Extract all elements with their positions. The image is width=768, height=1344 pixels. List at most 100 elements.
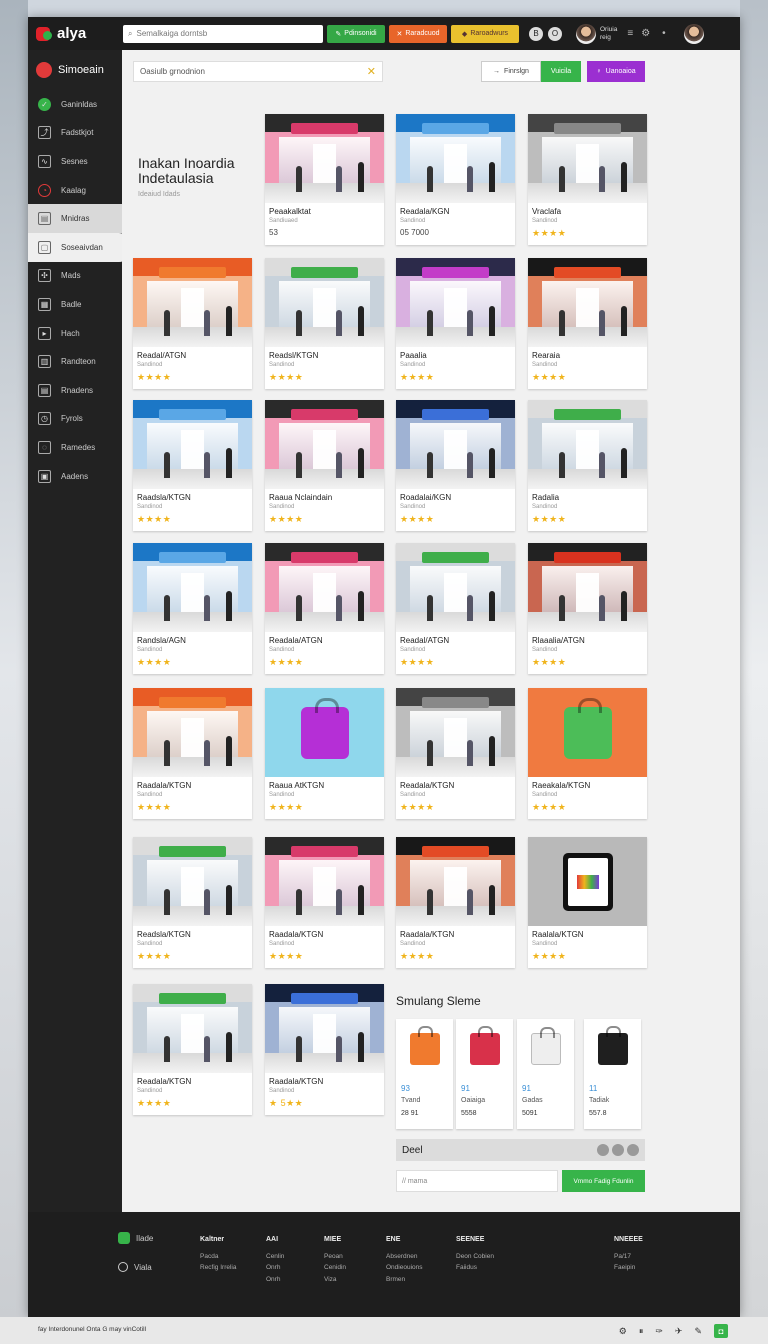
store-card[interactable]: Peaakalktat Sandiuaed 53 — [265, 114, 384, 245]
circle-button-o[interactable]: O — [548, 26, 562, 41]
store-card[interactable]: Rearaia Sandinod ★★★★ — [528, 258, 647, 389]
edit-icon[interactable]: ✎ — [694, 1326, 702, 1337]
app-icon[interactable]: ◘ — [714, 1324, 728, 1338]
footer-link[interactable]: Peoan — [324, 1251, 346, 1263]
filter-input[interactable]: Oasiulb grnodnion ✕ — [133, 61, 383, 82]
store-card[interactable]: Readal/ATGN Sandinod ★★★★ — [396, 543, 515, 674]
sidebar-item-3[interactable]: ∿ Sesnes — [28, 147, 122, 176]
sidebar-item-13[interactable]: ◌ Ramedes — [28, 433, 122, 462]
sidebar-item-1[interactable]: ✓ Ganinldas — [28, 90, 122, 119]
app-logo[interactable]: alya — [28, 25, 123, 42]
footer-link[interactable]: Onrh — [266, 1274, 284, 1286]
store-card[interactable]: Raalala/KTGN Sandinod ★★★★ — [528, 837, 647, 968]
footer-link[interactable]: Ondieouions — [386, 1262, 423, 1274]
footer-link[interactable]: Cenidin — [324, 1262, 346, 1274]
search-input[interactable]: ⌕ Sеmalkaiga dorntsb — [123, 24, 323, 43]
store-card[interactable]: Rlaaalia/ATGN Sandinod ★★★★ — [528, 543, 647, 674]
pin-icon[interactable]: ✈ — [675, 1326, 683, 1337]
user-avatar[interactable] — [683, 23, 704, 44]
store-card[interactable]: Readala/KTGN Sandinod ★★★★ — [396, 688, 515, 819]
circle-button-b[interactable]: B — [529, 26, 543, 41]
footer-link[interactable]: Recfig Irrelia — [200, 1262, 236, 1274]
store-card[interactable]: Raadala/KTGN Sandinod ★ 5★★ — [265, 984, 384, 1115]
store-category: Sandinod — [137, 647, 163, 653]
tool-icon[interactable]: ✑ — [655, 1326, 663, 1337]
store-card[interactable]: Raadala/KTGN Sandinod ★★★★ — [265, 837, 384, 968]
rating-stars: ★★★★ — [400, 372, 435, 382]
comment-submit-button[interactable]: Vmmo Fadig Fdunlin — [562, 1170, 645, 1192]
sidebar-item-2[interactable]: ⤴ Fadstkjot — [28, 119, 122, 148]
menu-icon[interactable]: ≡ — [627, 28, 633, 39]
sidebar-item-5[interactable]: ▤ Mnidras — [28, 204, 122, 233]
toolbar-button-2[interactable]: ✕ Raradcuod — [389, 24, 447, 43]
sidebar-item-10[interactable]: ▥ Randteon — [28, 347, 122, 376]
store-card[interactable]: Readsl/KTGN Sandinod ★★★★ — [265, 258, 384, 389]
similar-item-card[interactable]: 93 Tvand 28 91 — [396, 1019, 453, 1129]
sidebar-item-11[interactable]: ▤ Rnadens — [28, 376, 122, 405]
rating-stars: ★★★★ — [269, 951, 304, 961]
similar-item-card[interactable]: 11 Tadiak 557.8 — [584, 1019, 641, 1129]
minus-icon[interactable] — [597, 1144, 609, 1156]
footer-link[interactable]: Brmen — [386, 1274, 423, 1286]
footer-link[interactable]: Faiidus — [456, 1262, 494, 1274]
sidebar-item-8[interactable]: ▦ Badle — [28, 290, 122, 319]
store-card[interactable]: Paaalia Sandinod ★★★★ — [396, 258, 515, 389]
store-name: Paaalia — [400, 351, 427, 360]
store-card[interactable]: Readala/ATGN Sandinod ★★★★ — [265, 543, 384, 674]
settings-icon[interactable]: ⚙ — [619, 1326, 627, 1337]
action-button-purple[interactable]: ♀ Uanoaioa — [587, 61, 645, 82]
clear-icon[interactable]: ✕ — [367, 65, 376, 78]
store-category: Sandinod — [269, 647, 295, 653]
info-icon[interactable] — [627, 1144, 639, 1156]
store-card[interactable]: Readsla/KTGN Sandinod ★★★★ — [133, 837, 252, 968]
store-card[interactable]: Raadala/KTGN Sandinod ★★★★ — [133, 688, 252, 819]
toolbar-button-1[interactable]: ✎ Pdinsonidi — [327, 24, 385, 43]
store-card[interactable]: Readal/ATGN Sandinod ★★★★ — [133, 258, 252, 389]
store-card[interactable]: Raeakala/KTGN Sandinod ★★★★ — [528, 688, 647, 819]
similar-item-card[interactable]: 91 Oaiaiga 5558 — [456, 1019, 513, 1129]
similar-item-image — [456, 1019, 513, 1079]
sidebar-item-6[interactable]: ▢ Soseaivdan — [28, 232, 129, 262]
store-category: Sandinod — [137, 504, 163, 510]
settings-icon[interactable]: ⚙ — [641, 28, 650, 39]
footer-link[interactable]: Cenlin — [266, 1251, 284, 1263]
similar-item-number: 91 — [461, 1084, 470, 1093]
view-button-2[interactable]: Vuicila — [541, 61, 581, 82]
footer-link[interactable]: Viza — [324, 1274, 346, 1286]
sidebar-item-12[interactable]: ◷ Fyrols — [28, 405, 122, 434]
store-name: Rlaaalia/ATGN — [532, 636, 585, 645]
pause-icon[interactable]: ⏸ — [639, 1326, 644, 1337]
view-button-1[interactable]: → Finrslgn — [481, 61, 541, 82]
store-card[interactable]: Raadsla/KTGN Sandinod ★★★★ — [133, 400, 252, 531]
footer-link[interactable]: Faeipin — [614, 1262, 643, 1274]
store-card[interactable]: Readala/KTGN Sandinod ★★★★ — [133, 984, 252, 1115]
footer-link[interactable]: Deon Cobien — [456, 1251, 494, 1263]
store-card[interactable]: Raaua Nclaindain Sandinod ★★★★ — [265, 400, 384, 531]
footer-link[interactable]: Pacda — [200, 1251, 236, 1263]
sidebar-item-9[interactable]: ▸ Hach — [28, 319, 122, 348]
comment-input[interactable]: // mama — [396, 1170, 558, 1192]
footer-brand-1[interactable]: Ilade — [118, 1232, 153, 1244]
sidebar-item-14[interactable]: ▣ Aadens — [28, 462, 122, 491]
footer-link[interactable]: Abserdnen — [386, 1251, 423, 1263]
more-icon[interactable]: • — [662, 28, 666, 39]
store-card[interactable]: Randsla/AGN Sandinod ★★★★ — [133, 543, 252, 674]
store-name: Raalala/KTGN — [532, 930, 584, 939]
store-card[interactable]: Readala/KGN Sandinod 05 7000 — [396, 114, 515, 245]
store-card[interactable]: Vraclafa Sandinod ★★★★ — [528, 114, 647, 245]
sidebar-item-4[interactable]: ◔ Kaalag — [28, 176, 122, 205]
store-card[interactable]: Radalia Sandinod ★★★★ — [528, 400, 647, 531]
sidebar-item-7[interactable]: ✣ Mads — [28, 262, 122, 291]
share-icon[interactable] — [612, 1144, 624, 1156]
store-card[interactable]: Roadalai/KGN Sandinod ★★★★ — [396, 400, 515, 531]
toolbar-button-3[interactable]: ◆ Raroadwurs — [451, 24, 519, 43]
sidebar-header[interactable]: Simoeain — [28, 50, 122, 90]
similar-item-card[interactable]: 91 Gadas 5091 — [517, 1019, 574, 1129]
footer-link[interactable]: Onrh — [266, 1262, 284, 1274]
rating-stars: ★★★★ — [400, 802, 435, 812]
store-card[interactable]: Raadala/KTGN Sandinod ★★★★ — [396, 837, 515, 968]
user-profile[interactable]: Oriuia reig — [576, 23, 617, 44]
footer-brand-2[interactable]: Viala — [118, 1262, 153, 1272]
footer-link[interactable]: Pa/17 — [614, 1251, 643, 1263]
store-card[interactable]: Raaua AtKTGN Sandinod ★★★★ — [265, 688, 384, 819]
